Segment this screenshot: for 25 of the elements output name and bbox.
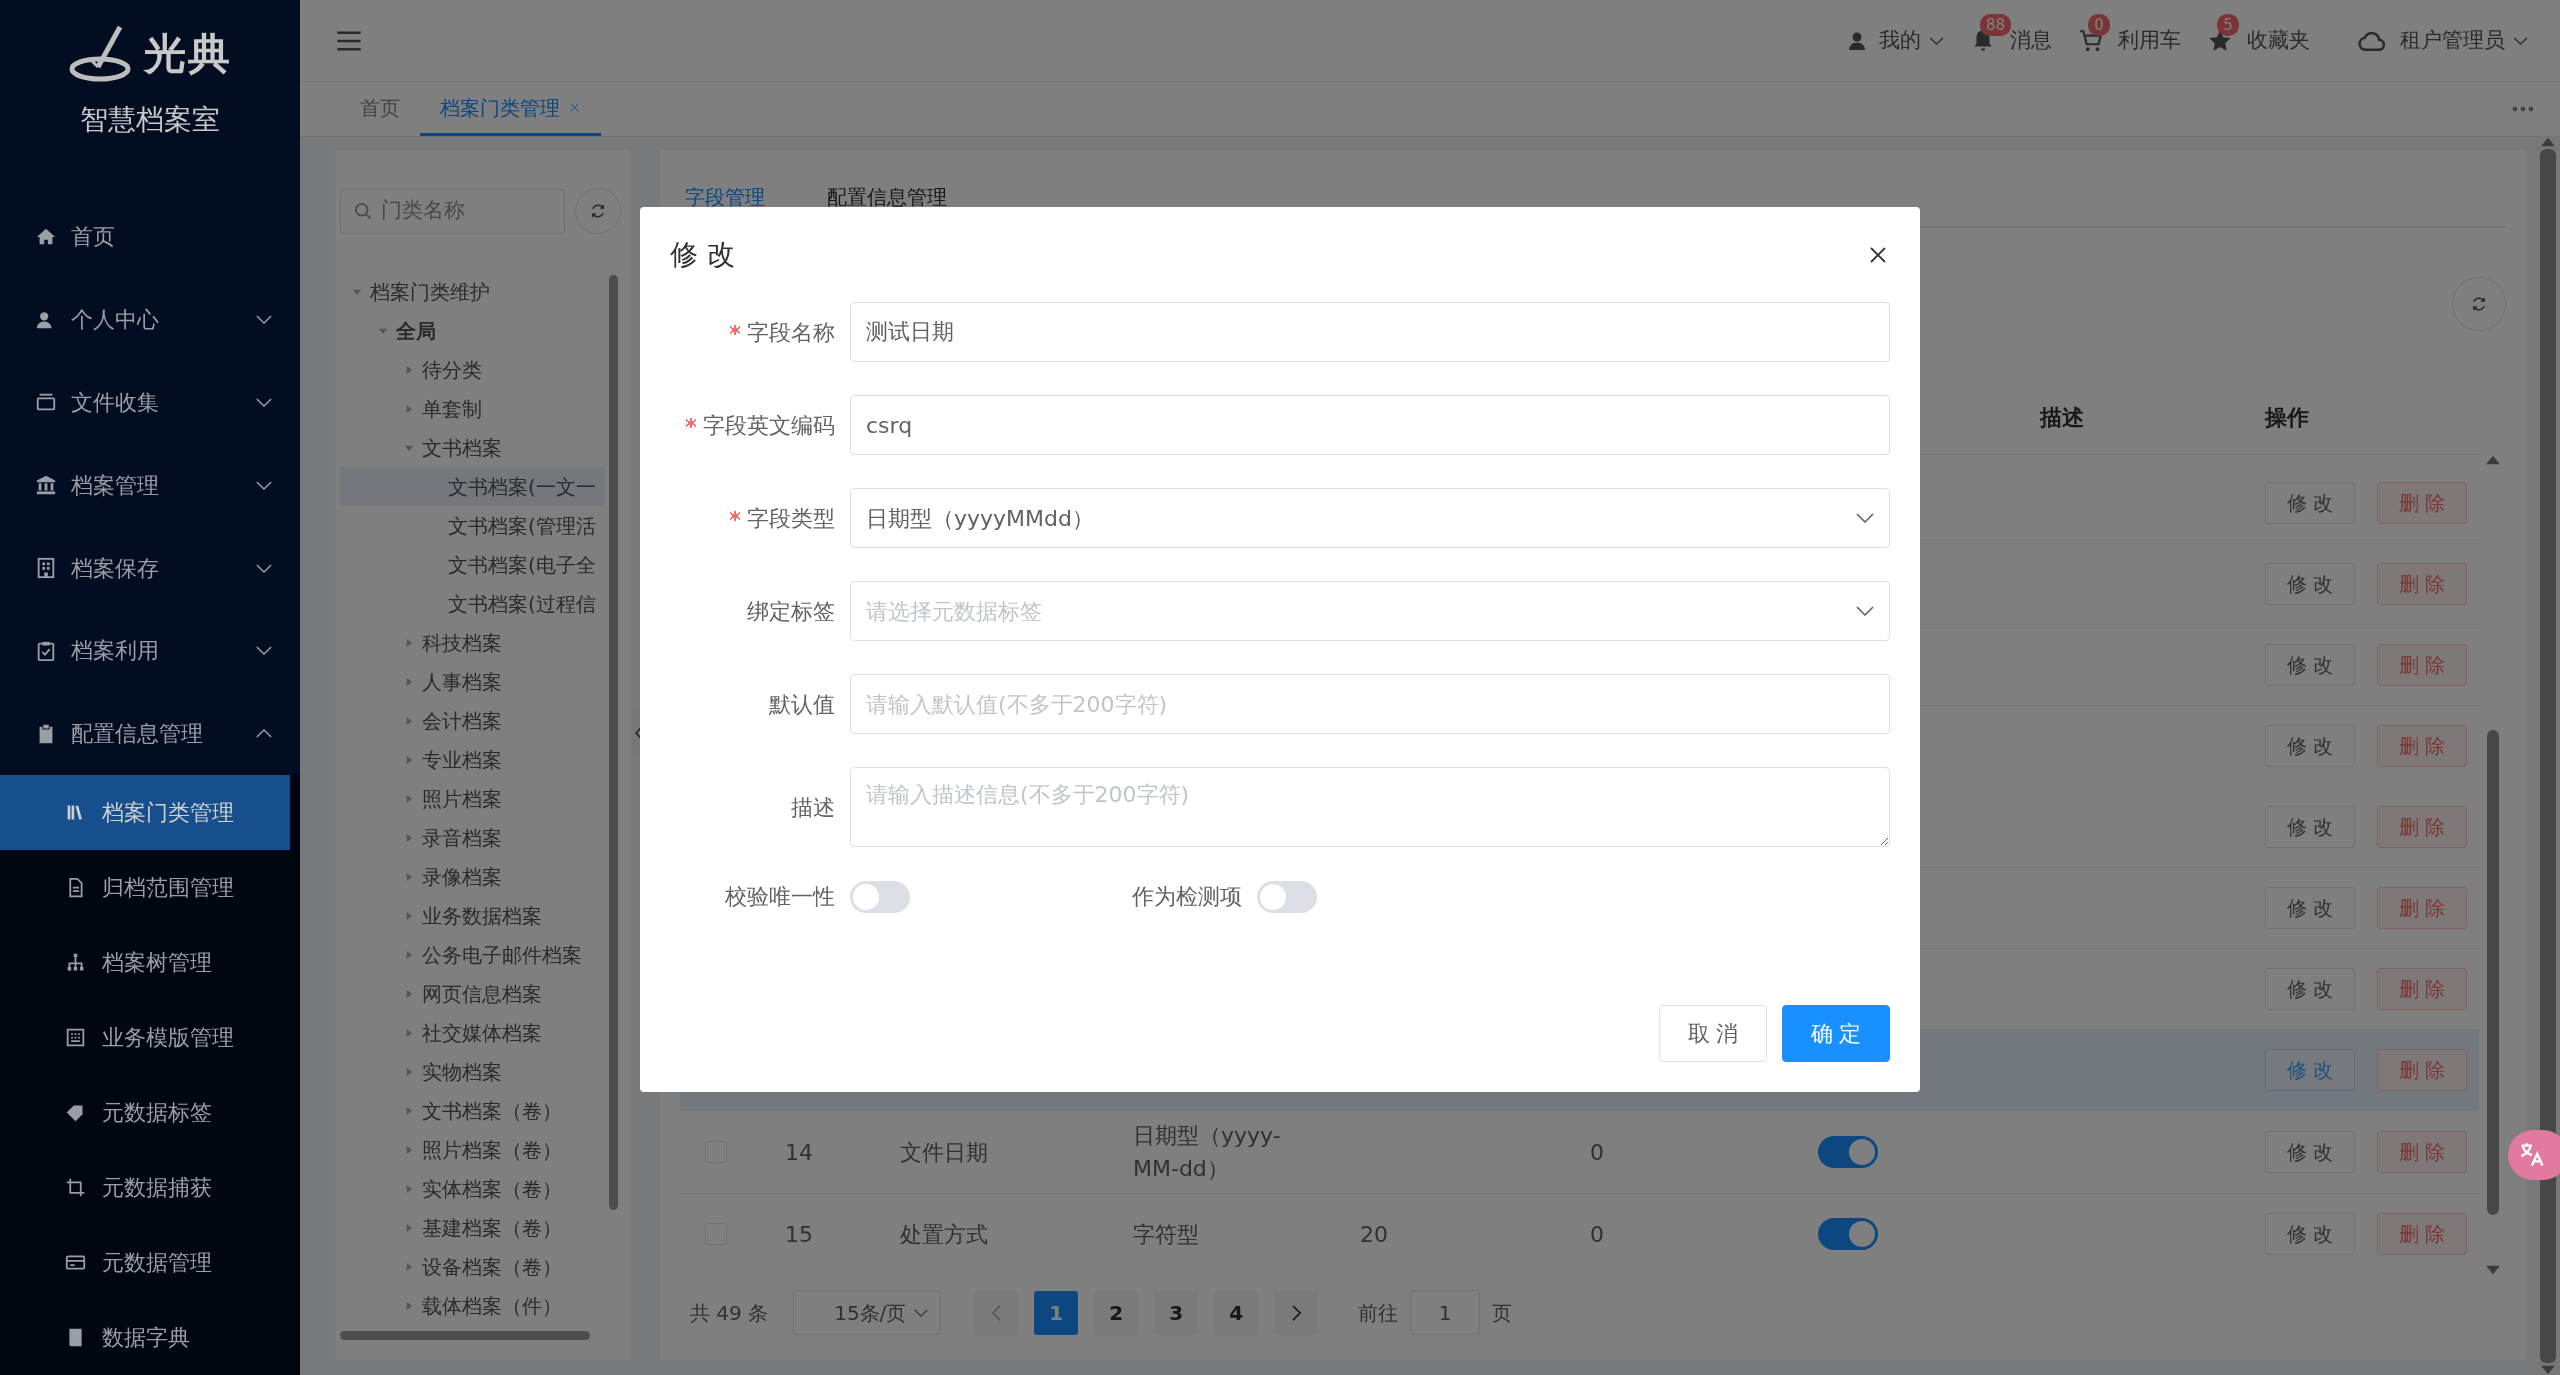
- page-suffix: 页: [1492, 1299, 1513, 1327]
- field-label: 描述: [791, 793, 835, 822]
- table-cell: 0: [1590, 1139, 1604, 1165]
- switch-label: 校验唯一性: [725, 883, 835, 911]
- table-cell: 处置方式: [900, 1221, 988, 1247]
- count-badge: 5: [2217, 13, 2239, 36]
- count-badge: 88: [1980, 13, 2012, 36]
- table-cell: 15: [785, 1221, 813, 1247]
- table-cell: 20: [1360, 1221, 1388, 1247]
- count-badge: 0: [2088, 13, 2110, 36]
- app-title: 智慧档案室: [80, 102, 220, 138]
- table-cell: 字符型: [1133, 1221, 1199, 1247]
- table-cell: 文件日期: [900, 1139, 988, 1165]
- table-cell: 14: [785, 1139, 813, 1165]
- table-cell: 日期型（yyyy-MM-dd）: [1133, 1123, 1281, 1181]
- field-label: 绑定标签: [747, 597, 835, 626]
- table-cell: 0: [1590, 1221, 1604, 1247]
- logo-text: 光典: [144, 28, 232, 80]
- column-header: 操作: [2263, 403, 2310, 432]
- dialog-title: 修 改: [670, 236, 735, 273]
- goto-label: 前往: [1358, 1299, 1399, 1327]
- column-header: 描述: [2038, 403, 2085, 432]
- field-label: 默认值: [769, 690, 835, 719]
- total-count: 共 49 条: [690, 1299, 769, 1327]
- switch-label: 作为检测项: [1132, 883, 1242, 911]
